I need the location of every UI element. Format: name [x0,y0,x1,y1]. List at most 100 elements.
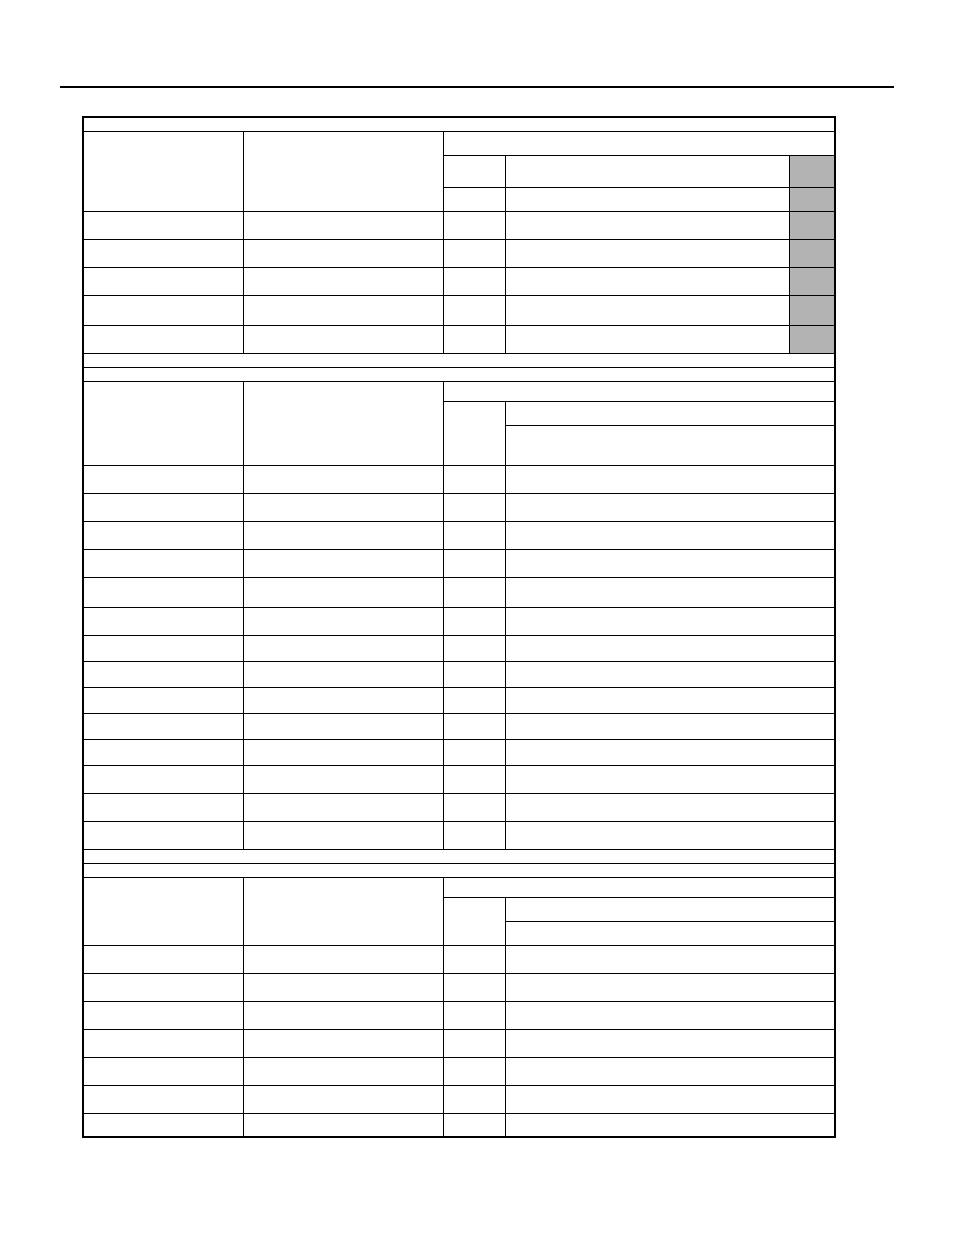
cell [505,973,835,1001]
page: { "section_label": "", "page_number": ""… [0,0,954,1258]
cell [243,211,443,239]
cell [505,821,835,849]
cell [243,945,443,973]
cell [83,1029,243,1057]
block-gap-1 [83,353,835,367]
cell [505,155,789,187]
cell [505,401,835,425]
cell [83,493,243,521]
cell [83,1001,243,1029]
cell [443,401,505,465]
cell [443,295,505,325]
cell [243,549,443,577]
cell [505,521,835,549]
cell [505,295,789,325]
cell [443,607,505,635]
cell [243,607,443,635]
cell [443,1029,505,1057]
cell [443,465,505,493]
cell [443,1001,505,1029]
block3-left-b [243,877,443,945]
cell [83,973,243,1001]
block2-top-band [83,367,835,381]
cell [505,1085,835,1113]
cell [243,577,443,607]
cell [443,945,505,973]
cell [83,607,243,635]
cell [443,739,505,765]
cell [443,187,505,211]
cell [505,1029,835,1057]
cell [505,635,835,661]
cell [505,325,789,353]
cell [243,973,443,1001]
cell-shaded [789,155,835,187]
cell [83,549,243,577]
block2-left-a [83,381,243,465]
cell [443,661,505,687]
cell [443,267,505,295]
cell [243,821,443,849]
block3-left-a [83,877,243,945]
block3-top-band [83,863,835,877]
cell [243,713,443,739]
cell [443,239,505,267]
cell [443,973,505,1001]
cell [505,687,835,713]
block1-top-band [83,117,835,131]
cell [83,239,243,267]
cell-shaded [789,211,835,239]
cell [83,295,243,325]
cell [505,713,835,739]
cell [505,607,835,635]
cell [505,1057,835,1085]
block1-left-a [83,131,243,211]
cell [83,1113,243,1137]
cell [243,493,443,521]
cell [243,687,443,713]
cell [243,739,443,765]
cell [83,325,243,353]
cell [443,325,505,353]
block3-right-band [443,877,835,897]
cell [443,521,505,549]
cell [83,577,243,607]
cell [505,739,835,765]
block2-right-band [443,381,835,401]
cell [243,1085,443,1113]
cell [505,267,789,295]
cell [443,713,505,739]
cell [505,661,835,687]
cell [243,793,443,821]
cell [505,921,835,945]
block-gap-2 [83,849,835,863]
cell [443,493,505,521]
block2-left-b [243,381,443,465]
cell-shaded [789,325,835,353]
cell [83,211,243,239]
cell [243,661,443,687]
cell [443,687,505,713]
cell [443,1113,505,1137]
cell [505,493,835,521]
cell [505,465,835,493]
cell [83,635,243,661]
cell [83,713,243,739]
cell [505,1001,835,1029]
block1-left-b [243,131,443,211]
block1-right-band [443,131,835,155]
cell [443,577,505,607]
cell [443,1085,505,1113]
cell [83,267,243,295]
cell [83,661,243,687]
cell [243,465,443,493]
cell [243,765,443,793]
cell [505,577,835,607]
cell [243,1057,443,1085]
cell-shaded [789,295,835,325]
cell [443,211,505,239]
table-container [82,116,836,1138]
cell [243,239,443,267]
cell [505,239,789,267]
cell [443,793,505,821]
